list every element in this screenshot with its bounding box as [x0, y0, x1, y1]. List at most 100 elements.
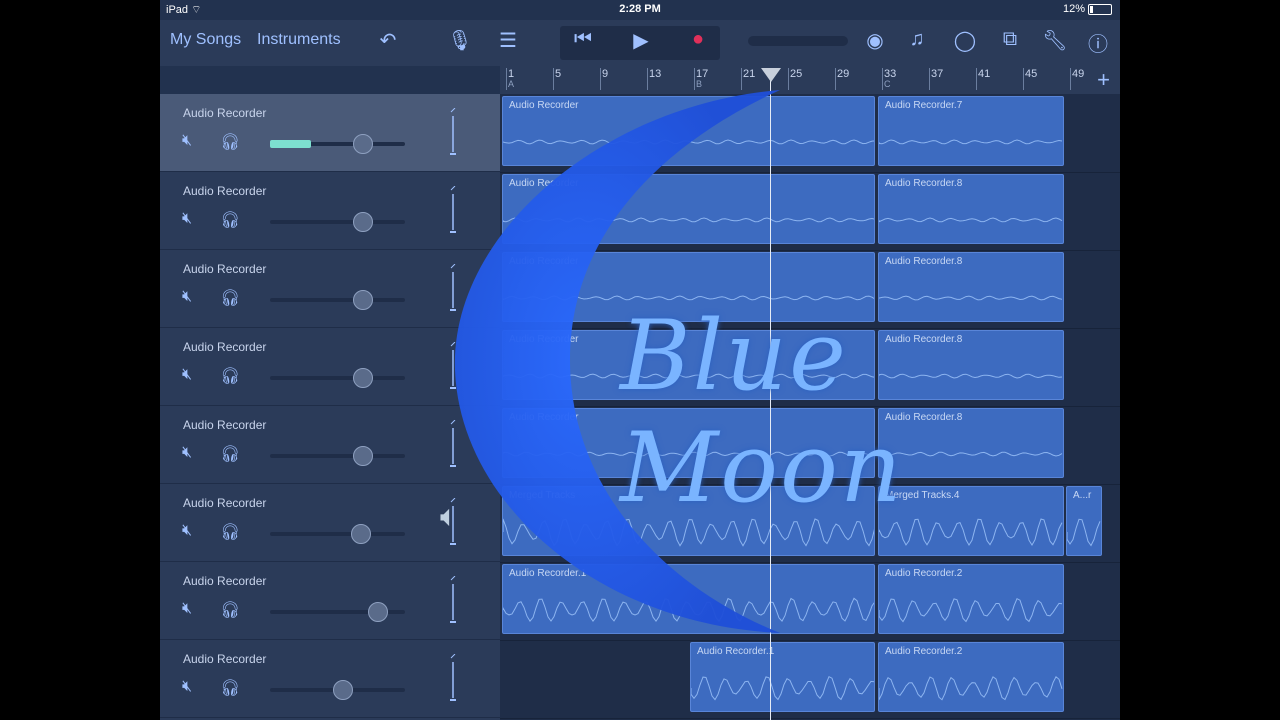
track-header[interactable]: Audio Recorder 🔇︎ 🎧︎ — [160, 328, 500, 406]
volume-slider[interactable] — [270, 134, 405, 154]
audio-region[interactable]: Audio Recorder.8 — [878, 330, 1064, 400]
headphones-icon[interactable]: 🎧︎ — [220, 366, 242, 385]
playhead-handle[interactable] — [761, 68, 781, 82]
waveform — [879, 518, 1063, 546]
audio-region[interactable]: Merged Tracks — [502, 486, 875, 556]
waveform — [503, 518, 874, 547]
settings-wrench-icon[interactable]: 🔧︎ — [1040, 28, 1070, 53]
volume-knob[interactable] — [352, 368, 373, 388]
region-label: Audio Recorder.8 — [885, 412, 963, 423]
instruments-button[interactable]: Instruments — [257, 31, 341, 49]
garageband-screen: iPad ⌔ 2:28 PM 12% My Songs Instruments … — [160, 0, 1120, 720]
volume-slider[interactable] — [270, 290, 405, 310]
waveform — [879, 217, 1063, 223]
ruler-tick: 37 — [929, 68, 943, 90]
volume-knob[interactable] — [332, 680, 353, 700]
headphones-icon[interactable]: 🎧︎ — [220, 678, 242, 697]
add-section-button[interactable]: + — [1097, 67, 1110, 93]
audio-region[interactable]: Audio Recorder.2 — [878, 564, 1064, 634]
volume-slider[interactable] — [270, 680, 405, 700]
track-lane[interactable]: Audio Recorder Audio Recorder.8 — [500, 250, 1120, 329]
waveform — [503, 139, 874, 145]
mute-icon[interactable]: 🔇︎ — [182, 522, 192, 540]
record-icon[interactable]: ● — [683, 28, 713, 51]
playhead[interactable] — [770, 70, 771, 720]
track-header[interactable]: Audio Recorder 🔇︎ 🎧︎ — [160, 172, 500, 250]
microphone-icon[interactable]: 🎙︎ — [445, 28, 475, 53]
headphones-icon[interactable]: 🎧︎ — [220, 288, 242, 307]
audio-region[interactable]: Audio Recorder.1 — [502, 564, 875, 634]
ruler-tick: 49 — [1070, 68, 1084, 90]
volume-slider[interactable] — [270, 602, 405, 622]
track-header[interactable]: Audio Recorder 🔇︎ 🎧︎ — [160, 94, 500, 172]
track-lane[interactable]: Audio Recorder Audio Recorder.8 — [500, 172, 1120, 251]
volume-knob[interactable] — [367, 602, 388, 622]
clock: 2:28 PM — [619, 3, 661, 15]
track-lane[interactable]: Audio Recorder.1 Audio Recorder.2 — [500, 640, 1120, 719]
mute-icon[interactable]: 🔇︎ — [182, 600, 192, 618]
audio-region[interactable]: Audio Recorder — [502, 174, 875, 244]
audio-region[interactable]: Audio Recorder — [502, 408, 875, 478]
mute-icon[interactable]: 🔇︎ — [182, 132, 192, 150]
headphones-icon[interactable]: 🎧︎ — [220, 132, 242, 151]
volume-knob[interactable] — [351, 524, 372, 544]
audio-region[interactable]: Merged Tracks.4 — [878, 486, 1064, 556]
audio-region[interactable]: A...r — [1066, 486, 1102, 556]
audio-region[interactable]: Audio Recorder — [502, 330, 875, 400]
audio-region[interactable]: Audio Recorder.7 — [878, 96, 1064, 166]
headphones-icon[interactable]: 🎧︎ — [220, 600, 242, 619]
ruler-tick: 13 — [647, 68, 661, 90]
track-header[interactable]: Audio Recorder 🔇︎ 🎧︎ — [160, 406, 500, 484]
waveform — [503, 597, 874, 622]
volume-slider[interactable] — [270, 368, 405, 388]
tracks-view-icon[interactable]: ☰ — [493, 28, 523, 53]
master-volume-track[interactable] — [748, 36, 848, 46]
waveform — [503, 373, 874, 379]
mute-icon[interactable]: 🔇︎ — [182, 366, 192, 384]
volume-knob[interactable] — [352, 290, 373, 310]
mute-icon[interactable]: 🔇︎ — [182, 288, 192, 306]
volume-slider[interactable] — [270, 446, 405, 466]
track-lane[interactable]: Merged Tracks Merged Tracks.4 A...r — [500, 484, 1120, 563]
track-header[interactable]: Audio Recorder 🔇︎ 🎧︎ — [160, 640, 500, 718]
status-bar: iPad ⌔ 2:28 PM 12% — [160, 0, 1120, 20]
audio-region[interactable]: Audio Recorder — [502, 252, 875, 322]
audio-region[interactable]: Audio Recorder.1 — [690, 642, 875, 712]
audio-region[interactable]: Audio Recorder — [502, 96, 875, 166]
volume-knob[interactable] — [352, 134, 373, 154]
track-header[interactable]: Audio Recorder 🔇︎ 🎧︎ — [160, 250, 500, 328]
note-icon[interactable]: ♫ — [902, 28, 932, 51]
volume-slider[interactable] — [270, 524, 405, 544]
region-label: A...r — [1073, 490, 1092, 501]
mute-icon[interactable]: 🔇︎ — [182, 444, 192, 462]
audio-region[interactable]: Audio Recorder.8 — [878, 408, 1064, 478]
mute-icon[interactable]: 🔇︎ — [182, 678, 192, 696]
audio-region[interactable]: Audio Recorder.2 — [878, 642, 1064, 712]
metronome-icon[interactable]: ◉ — [860, 28, 890, 53]
volume-knob[interactable] — [352, 446, 373, 466]
my-songs-button[interactable]: My Songs — [170, 31, 241, 49]
timeline-ruler[interactable]: 1 A 5 9 13 17 B 21 25 29 33 C 37 41 45 49 — [500, 66, 1120, 95]
headphones-icon[interactable]: 🎧︎ — [220, 444, 242, 463]
undo-icon[interactable]: ↶ — [373, 28, 403, 53]
volume-knob[interactable] — [352, 212, 373, 232]
audio-region[interactable]: Audio Recorder.8 — [878, 252, 1064, 322]
help-icon[interactable]: ⓘ — [1083, 28, 1113, 57]
loop-icon[interactable]: ◯ — [950, 28, 980, 53]
track-lane[interactable]: Audio Recorder Audio Recorder.8 — [500, 328, 1120, 407]
audio-region[interactable]: Audio Recorder.8 — [878, 174, 1064, 244]
track-header[interactable]: Audio Recorder 🔇︎ 🎧︎ — [160, 562, 500, 640]
ruler-tick: 17 B — [694, 68, 709, 90]
rewind-icon[interactable]: ⏮ — [568, 28, 598, 51]
volume-slider[interactable] — [270, 212, 405, 232]
mixer-icon[interactable]: ⧉ — [995, 28, 1025, 51]
track-lane[interactable]: Audio Recorder.1 Audio Recorder.2 — [500, 562, 1120, 641]
track-lane[interactable]: Audio Recorder Audio Recorder.7 — [500, 94, 1120, 173]
mute-icon[interactable]: 🔇︎ — [182, 210, 192, 228]
waveform — [879, 598, 1063, 623]
battery-icon — [1088, 3, 1112, 15]
headphones-icon[interactable]: 🎧︎ — [220, 522, 242, 541]
headphones-icon[interactable]: 🎧︎ — [220, 210, 242, 229]
track-lane[interactable]: Audio Recorder Audio Recorder.8 — [500, 406, 1120, 485]
play-icon[interactable]: ▶ — [626, 28, 656, 53]
